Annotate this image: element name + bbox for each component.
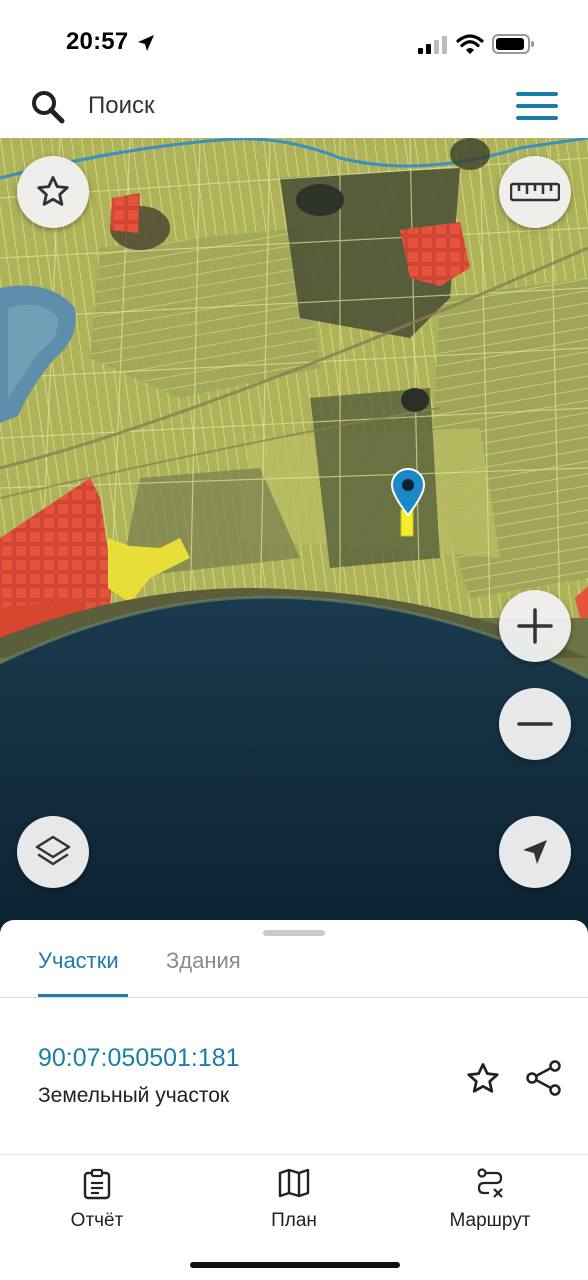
status-time: 20:57 [66, 28, 129, 55]
location-arrow-icon [138, 35, 154, 51]
report-button[interactable]: Отчёт [27, 1168, 167, 1238]
plan-label: План [271, 1210, 317, 1231]
route-label: Маршрут [449, 1210, 531, 1231]
zoom-out-button[interactable] [499, 688, 571, 760]
zoom-in-button[interactable] [499, 590, 571, 662]
tab-parcels[interactable]: Участки [38, 948, 119, 974]
locate-button[interactable] [499, 816, 571, 888]
satellite-map[interactable] [0, 138, 588, 938]
route-icon [477, 1168, 503, 1198]
zoom-in-icon [517, 608, 553, 644]
ruler-icon [510, 182, 560, 202]
search-input[interactable]: Поиск [88, 92, 155, 120]
status-bar: 20:57 [0, 0, 588, 82]
route-button[interactable]: Маршрут [420, 1168, 560, 1238]
star-icon [37, 176, 69, 206]
home-indicator [190, 1262, 400, 1268]
bottom-sheet[interactable]: Участки Здания 90:07:050501:181 Земельны… [0, 920, 588, 1280]
map-icon [278, 1168, 310, 1198]
parcel-type: Земельный участок [38, 1084, 230, 1107]
tab-buildings[interactable]: Здания [166, 948, 241, 974]
favorite-map-button[interactable] [17, 156, 89, 228]
parcel-cadastral-number[interactable]: 90:07:050501:181 [38, 1044, 240, 1073]
sheet-grabber[interactable] [263, 930, 325, 936]
ruler-button[interactable] [499, 156, 571, 228]
locate-icon [523, 840, 547, 864]
signal-icon [418, 36, 447, 54]
report-label: Отчёт [70, 1210, 124, 1231]
report-icon [83, 1168, 111, 1200]
content-divider [0, 1154, 588, 1155]
share-icon[interactable] [524, 1058, 564, 1098]
tabs-divider [0, 997, 588, 998]
star-icon[interactable] [464, 1060, 502, 1098]
search-icon[interactable] [30, 89, 66, 125]
layers-button[interactable] [17, 816, 89, 888]
zoom-out-icon [517, 722, 553, 726]
plan-button[interactable]: План [224, 1168, 364, 1238]
layers-icon [35, 835, 71, 866]
menu-icon[interactable] [516, 90, 558, 122]
search-bar[interactable]: Поиск [10, 78, 578, 134]
battery-icon [492, 34, 534, 54]
map-pin-icon[interactable] [391, 468, 425, 516]
map-view[interactable] [0, 138, 588, 938]
wifi-icon [456, 34, 484, 54]
